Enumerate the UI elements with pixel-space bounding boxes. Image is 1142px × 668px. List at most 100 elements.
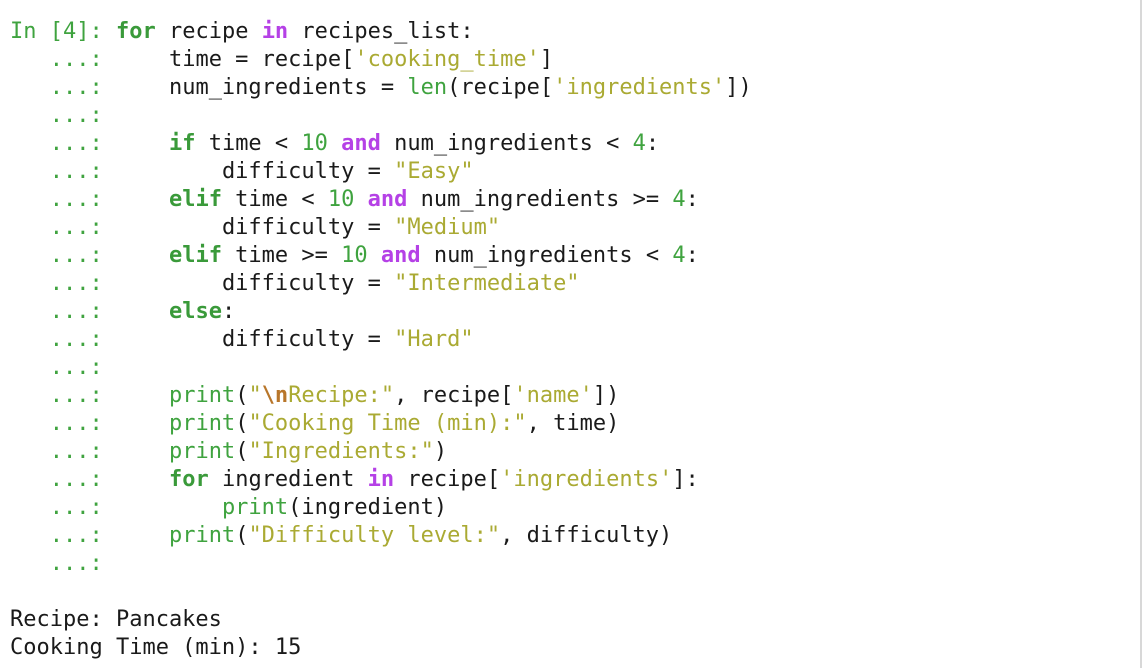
keyword-and: and (341, 131, 381, 156)
code-text: , recipe[ (394, 383, 514, 408)
code-text: num_ingredients < (420, 243, 673, 268)
code-line-4: ...: (10, 102, 116, 130)
code-line-16: ...: print("Ingredients:") (10, 438, 447, 466)
keyword-in: in (367, 467, 395, 492)
number-literal: 4 (672, 187, 686, 212)
code-text: num_ingredients = (168, 75, 408, 100)
string-literal: "Intermediate" (394, 271, 580, 296)
continuation-prompt: ...: (10, 495, 116, 520)
code-line-11: ...: else: (10, 298, 235, 326)
code-text: time < (195, 131, 302, 156)
keyword-for: for (115, 19, 156, 44)
keyword-elif: elif (168, 243, 222, 268)
string-literal: "Easy" (394, 159, 474, 184)
continuation-prompt: ...: (10, 131, 116, 156)
code-text: ]) (592, 383, 620, 408)
code-text: time >= (221, 243, 342, 268)
code-text: (recipe[ (447, 75, 554, 100)
code-text: ] (539, 47, 554, 72)
code-line-8: ...: difficulty = "Medium" (10, 214, 500, 242)
keyword-in: in (261, 19, 289, 44)
escape-sequence: \n (261, 383, 289, 408)
code-line-13: ...: (10, 354, 116, 382)
continuation-prompt: ...: (10, 551, 116, 576)
continuation-prompt: ...: (10, 271, 116, 296)
string-literal: 'cooking_time' (354, 47, 540, 72)
code-text: , difficulty) (500, 523, 673, 548)
continuation-prompt: ...: (10, 243, 116, 268)
ipython-terminal[interactable]: In [4]: for recipe in recipes_list: ...:… (0, 0, 1142, 668)
number-literal: 4 (632, 131, 646, 156)
code-text: : (645, 131, 660, 156)
output-line-recipe: Recipe: Pancakes (10, 607, 222, 632)
continuation-prompt: ...: (10, 355, 116, 380)
code-text: difficulty = (221, 271, 395, 296)
builtin-print: print (168, 411, 236, 436)
code-line-7: ...: elif time < 10 and num_ingredients … (10, 186, 699, 214)
keyword-elif: elif (168, 187, 222, 212)
code-line-3: ...: num_ingredients = len(recipe['ingre… (10, 74, 752, 102)
string-literal: "Cooking Time (min):" (248, 411, 527, 436)
continuation-prompt: ...: (10, 159, 116, 184)
input-prompt: In [4]: (10, 19, 116, 44)
code-text: ]: (672, 467, 699, 492)
string-literal: "Hard" (394, 327, 474, 352)
code-text: ( (235, 383, 249, 408)
string-literal: 'name' (513, 383, 593, 408)
builtin-len: len (407, 75, 448, 100)
code-text: ) (433, 439, 448, 464)
string-literal: " (248, 383, 262, 408)
code-text: ( (235, 411, 249, 436)
code-text: difficulty = (221, 215, 395, 240)
continuation-prompt: ...: (10, 327, 116, 352)
code-text: : (685, 187, 699, 212)
code-line-10: ...: difficulty = "Intermediate" (10, 270, 580, 298)
code-text: difficulty = (221, 159, 395, 184)
number-literal: 4 (672, 243, 686, 268)
code-line-14: ...: print("\nRecipe:", recipe['name']) (10, 382, 620, 410)
code-line-1: In [4]: for recipe in recipes_list: (10, 18, 474, 46)
keyword-if: if (168, 131, 196, 156)
code-line-6: ...: difficulty = "Easy" (10, 158, 474, 186)
continuation-prompt: ...: (10, 187, 116, 212)
code-text: recipes_list: (288, 19, 474, 44)
continuation-prompt: ...: (10, 47, 116, 72)
code-line-12: ...: difficulty = "Hard" (10, 326, 474, 354)
builtin-print: print (168, 523, 236, 548)
code-line-19: ...: print("Difficulty level:", difficul… (10, 522, 673, 550)
continuation-prompt: ...: (10, 439, 116, 464)
code-line-9: ...: elif time >= 10 and num_ingredients… (10, 242, 699, 270)
string-literal: "Medium" (394, 215, 501, 240)
code-text: ingredient (208, 467, 368, 492)
string-literal: "Difficulty level:" (248, 523, 501, 548)
code-text: ( (235, 439, 249, 464)
output-line-cooking-time: Cooking Time (min): 15 (10, 635, 302, 660)
code-text: recipe[ (394, 467, 501, 492)
continuation-prompt: ...: (10, 411, 116, 436)
code-text: , time) (526, 411, 620, 436)
code-text: difficulty = (221, 327, 395, 352)
keyword-else: else (168, 299, 222, 324)
string-literal: 'ingredients' (500, 467, 673, 492)
code-text: num_ingredients >= (407, 187, 673, 212)
number-literal: 10 (301, 131, 328, 156)
continuation-prompt: ...: (10, 103, 116, 128)
builtin-print: print (168, 439, 236, 464)
number-literal: 10 (341, 243, 368, 268)
continuation-prompt: ...: (10, 215, 116, 240)
code-line-2: ...: time = recipe['cooking_time'] (10, 46, 553, 74)
